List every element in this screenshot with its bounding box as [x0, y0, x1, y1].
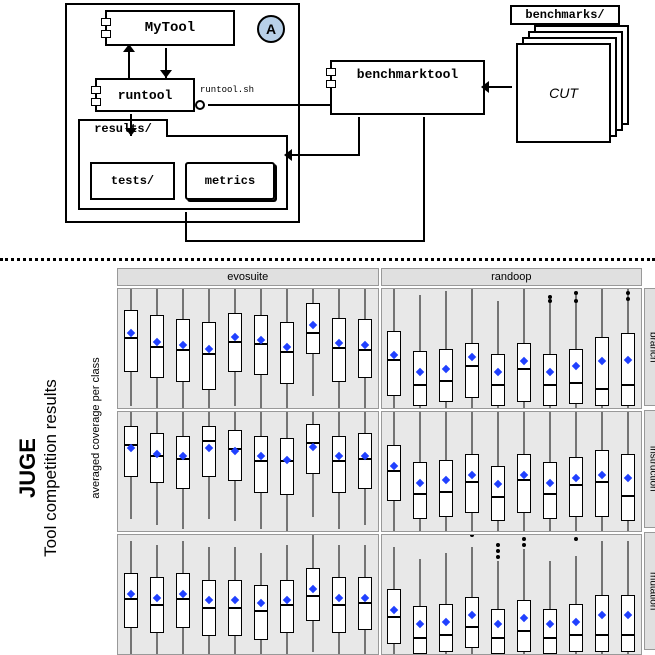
arrow — [358, 117, 360, 156]
arrow — [487, 86, 512, 88]
chart-area: averaged coverage per class evosuite ran… — [95, 268, 650, 655]
results-tab: results/ — [78, 119, 168, 137]
panel-evosuite-mutation: 1.000.750.500.250.00 — [117, 534, 379, 655]
arrow-head — [481, 81, 489, 93]
tests-folder: tests/ — [90, 162, 175, 200]
mytool-component: MyTool — [105, 10, 235, 46]
col-header-evosuite: evosuite — [117, 268, 379, 286]
panel-randoop-branch — [381, 288, 643, 409]
panel-evosuite-branch: 1.000.750.500.250.00 — [117, 288, 379, 409]
results-chart-section: JUGE Tool competition results averaged c… — [0, 268, 655, 655]
arrow-head — [123, 44, 135, 52]
row-header-branch: branch — [644, 288, 655, 406]
arrow — [290, 154, 358, 156]
col-header-randoop: randoop — [381, 268, 643, 286]
bottom-section-title: JUGE Tool competition results — [15, 318, 61, 618]
benchmarktool-component: benchmarktool — [330, 60, 485, 115]
results-folder: results/ tests/ metrics — [78, 135, 288, 210]
section-divider — [0, 258, 655, 261]
arrow — [185, 240, 425, 242]
panel-evosuite-instruction: 1.000.750.500.250.00 — [117, 411, 379, 532]
metrics-box: metrics — [185, 162, 275, 200]
cut-page: CUT — [516, 43, 611, 143]
benchmarks-tab: benchmarks/ — [510, 5, 620, 25]
benchmarks-stack: benchmarks/ CUT — [510, 5, 645, 145]
runtool-sh-label: runtool.sh — [200, 85, 254, 95]
row-header-mutation: mutation — [644, 532, 655, 650]
arrow — [185, 212, 187, 242]
results-subtitle: Tool competition results — [41, 318, 61, 618]
y-axis-label: averaged coverage per class — [90, 328, 102, 528]
arrow — [128, 48, 130, 78]
arrow-head — [284, 149, 292, 161]
architecture-diagram: JUGE Benchmarking Infra. MyTool runtool … — [0, 0, 655, 255]
panel-randoop-mutation — [381, 534, 643, 655]
marker-a: A — [257, 15, 285, 43]
interface-lollipop — [195, 100, 205, 110]
runtool-component: runtool — [95, 78, 195, 112]
arrow-head — [160, 70, 172, 78]
interface-connector — [208, 104, 330, 106]
arrow — [423, 117, 425, 242]
row-header-instruction: instruction — [644, 410, 655, 528]
facet-grid: evosuite randoop 1.000.750.500.250.00 1.… — [117, 268, 642, 655]
juge-title2: JUGE — [15, 318, 41, 618]
panel-randoop-instruction — [381, 411, 643, 532]
arrow-head — [125, 128, 137, 136]
